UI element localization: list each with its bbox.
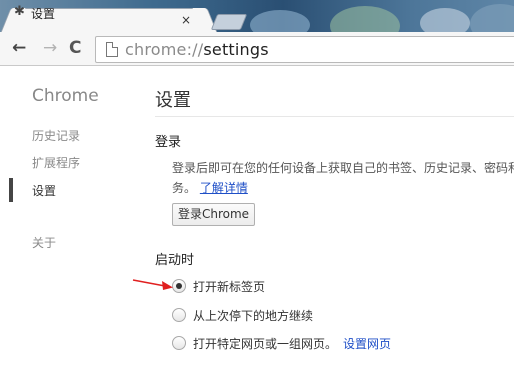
signin-button[interactable]: 登录Chrome: [172, 203, 255, 226]
new-tab-button[interactable]: [210, 14, 248, 30]
signin-heading: 登录: [155, 135, 182, 150]
close-icon[interactable]: ×: [181, 13, 191, 27]
radio-button[interactable]: [172, 279, 186, 293]
radio-label: 从上次停下的地方继续: [193, 309, 314, 323]
tab-strip: ✱ 设置 ×: [0, 0, 514, 32]
sidebar-item-extensions[interactable]: 扩展程序: [32, 154, 80, 171]
radio-label: 打开特定网页或一组网页。 设置网页: [193, 335, 391, 352]
url-path: settings: [203, 40, 269, 59]
signin-description: 登录后即可在您的任何设备上获取自己的书签、历史记录、密码和其: [172, 161, 514, 175]
page-icon: [106, 42, 118, 57]
nav-brand: Chrome: [32, 86, 99, 106]
back-arrow-icon[interactable]: ←: [12, 39, 26, 57]
toolbar: ← → C chrome://settings: [0, 32, 514, 66]
forward-arrow-icon[interactable]: →: [43, 39, 57, 57]
tab-title: 设置: [31, 7, 56, 21]
signin-description-end: 务。: [172, 181, 197, 195]
address-bar[interactable]: chrome://settings: [95, 36, 514, 63]
startup-heading: 启动时: [155, 253, 195, 268]
radio-label: 打开新标签页: [193, 280, 266, 294]
reload-icon[interactable]: C: [69, 39, 81, 57]
signin-description-cont: 务。 了解详情: [172, 179, 248, 196]
set-pages-link[interactable]: 设置网页: [343, 337, 391, 351]
learn-more-link[interactable]: 了解详情: [200, 181, 248, 195]
sidebar-item-about[interactable]: 关于: [32, 234, 56, 251]
page-title: 设置: [155, 90, 191, 111]
radio-label-text: 打开特定网页或一组网页。: [193, 337, 338, 351]
selected-indicator: [9, 178, 13, 202]
radio-button[interactable]: [172, 336, 186, 350]
sidebar-item-settings[interactable]: 设置: [32, 182, 56, 199]
divider: [155, 116, 514, 117]
url-text[interactable]: chrome://settings: [125, 40, 269, 59]
annotation-arrow-icon: [132, 279, 173, 290]
gear-icon: ✱: [14, 4, 25, 19]
sidebar-item-history[interactable]: 历史记录: [32, 127, 80, 144]
url-scheme: chrome://: [125, 40, 204, 59]
radio-button[interactable]: [172, 308, 186, 322]
